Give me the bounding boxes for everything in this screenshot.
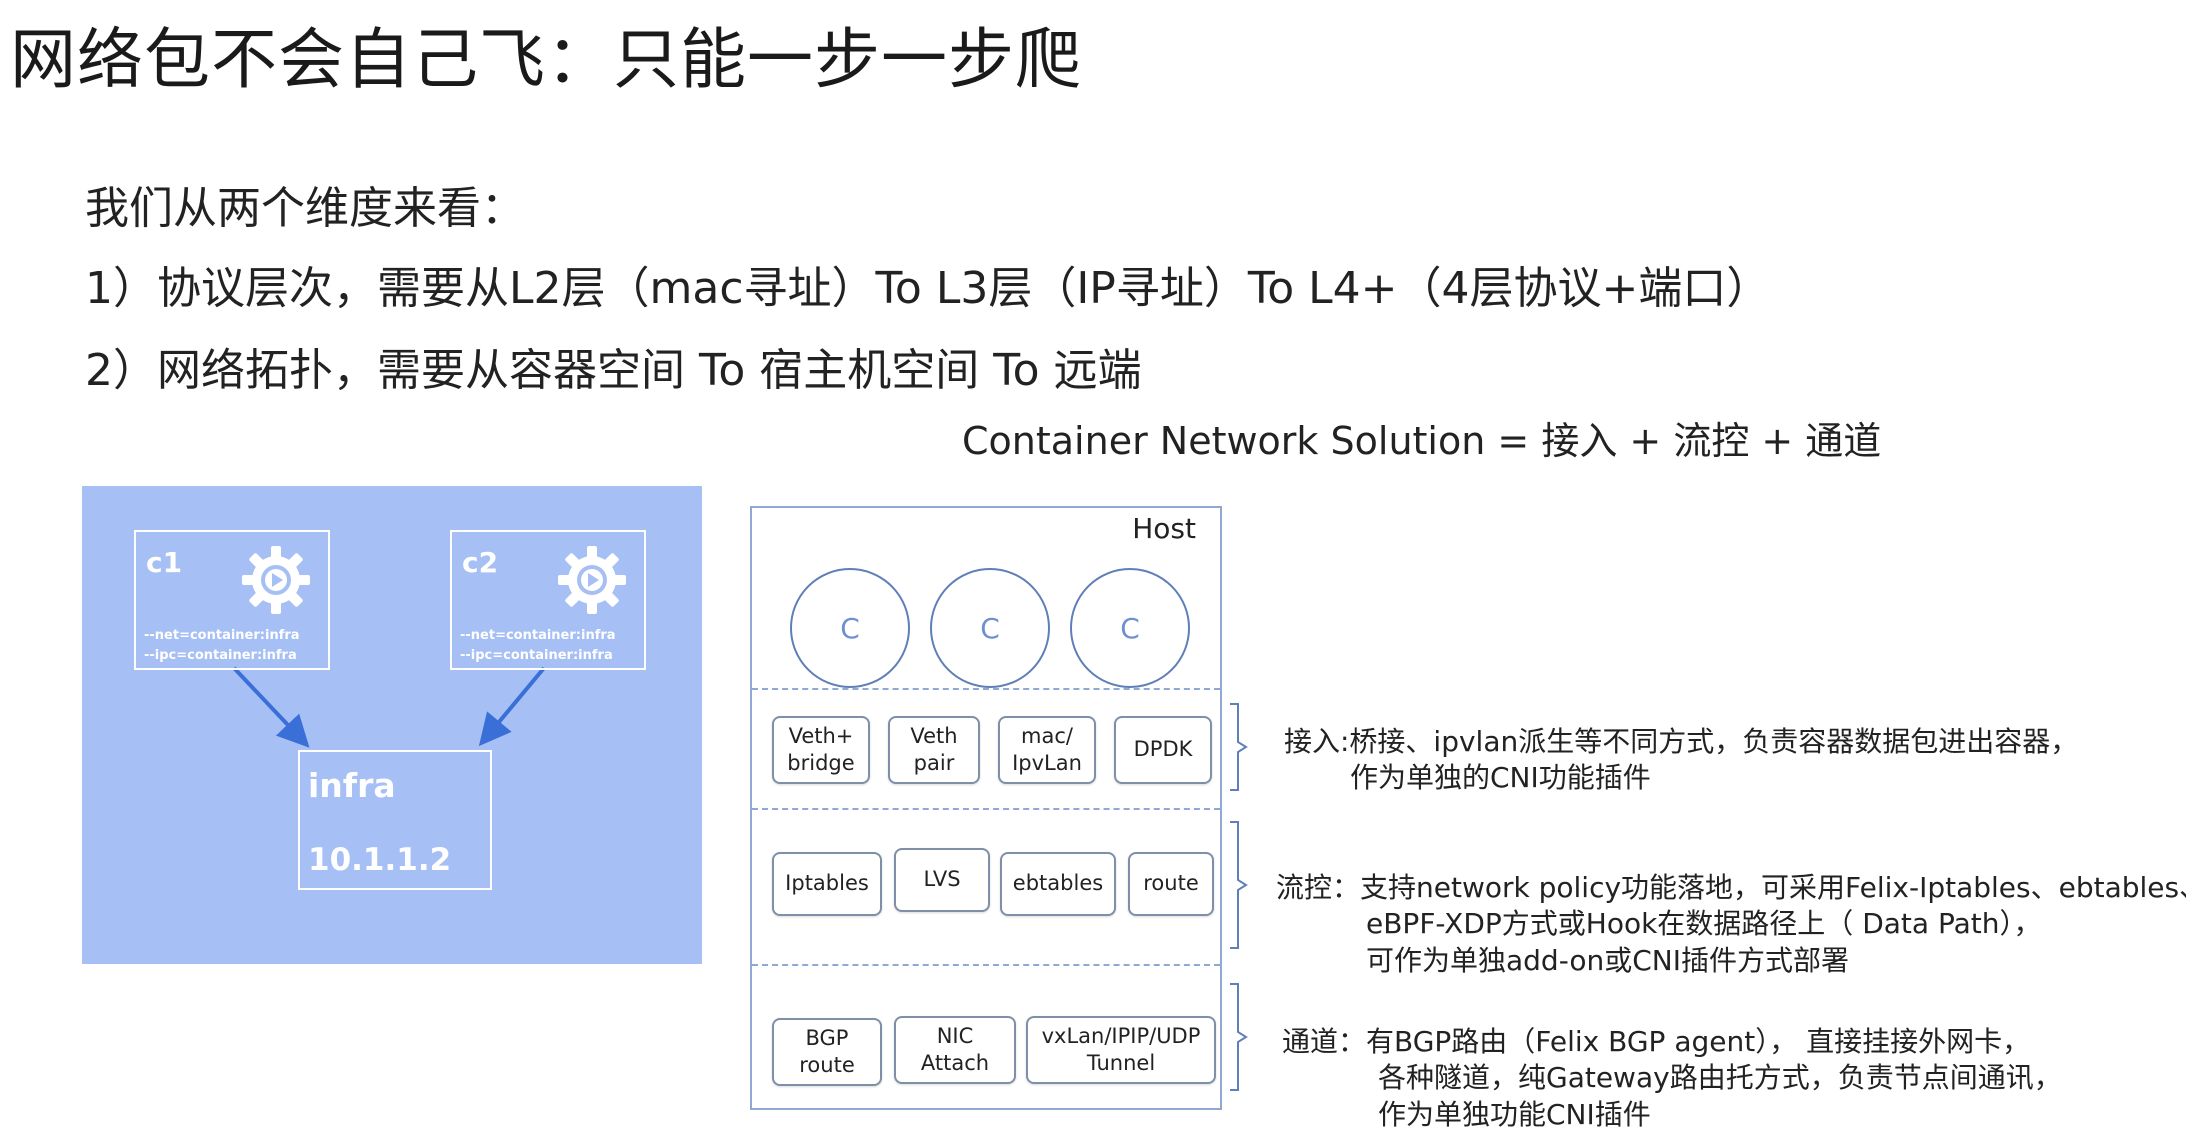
infra-name: infra — [308, 766, 396, 805]
tunnel-desc-line: 通道：有BGP路由（Felix BGP agent）， 直接挂接外网卡， — [1282, 1025, 2031, 1058]
access-desc-line: 接入:桥接、ipvlan派生等不同方式，负责容器数据包进出容器， — [1284, 725, 2079, 758]
arrow-c2-to-infra — [478, 666, 546, 747]
chip-iptables: Iptables — [772, 852, 882, 916]
net-option: --net=container:infra — [144, 628, 300, 643]
brace-flow — [1230, 821, 1248, 949]
arrow-c1-to-infra — [232, 666, 310, 748]
divider — [752, 688, 1220, 690]
host-box: Host C C C Veth+ bridge Veth pair mac/ I… — [750, 506, 1222, 1110]
container-circle: C — [930, 568, 1050, 688]
container-c1: c1 --net=container:infra --ipc=container… — [134, 530, 330, 670]
chip-nic-attach: NIC Attach — [894, 1016, 1016, 1084]
chip-veth-pair: Veth pair — [888, 716, 980, 784]
container-circle: C — [790, 568, 910, 688]
flow-desc-line: 可作为单独add-on或CNI插件方式部署 — [1366, 943, 1849, 977]
chip-veth-bridge: Veth+ bridge — [772, 716, 870, 784]
gear-play-icon — [558, 546, 626, 614]
tunnel-description: 通道：有BGP路由（Felix BGP agent）， 直接挂接外网卡， 各种隧… — [1282, 1024, 2062, 1133]
tunnel-desc-line: 作为单独功能CNI插件 — [1378, 1097, 1651, 1131]
brace-tunnel — [1230, 983, 1248, 1091]
infra-ip: 10.1.1.2 — [308, 842, 452, 878]
ipc-option: --ipc=container:infra — [144, 648, 297, 663]
access-desc-line: 作为单独的CNI功能插件 — [1350, 761, 1651, 795]
page-title: 网络包不会自己飞：只能一步一步爬 — [10, 21, 1082, 98]
infra-container: infra 10.1.1.2 — [298, 750, 492, 890]
chip-dpdk: DPDK — [1114, 716, 1212, 784]
chip-route: route — [1128, 852, 1214, 916]
chip-lvs: LVS — [894, 848, 990, 912]
container-c2: c2 --net=container:infra --ipc=container… — [450, 530, 646, 670]
network-topology-line: 2）网络拓扑，需要从容器空间 To 宿主机空间 To 远端 — [85, 345, 1142, 396]
container-name: c1 — [146, 546, 183, 579]
gear-play-icon — [242, 546, 310, 614]
tunnel-desc-line: 各种隧道，纯Gateway路由托方式，负责节点间通讯， — [1378, 1061, 2062, 1095]
intro-line: 我们从两个维度来看： — [85, 183, 525, 234]
ipc-option: --ipc=container:infra — [460, 648, 613, 663]
divider — [752, 964, 1220, 966]
divider — [752, 808, 1220, 810]
host-label: Host — [1132, 512, 1196, 545]
chip-bgp-route: BGP route — [772, 1018, 882, 1086]
brace-access — [1230, 703, 1248, 791]
container-name: c2 — [462, 546, 499, 579]
chip-vxlan-tunnel: vxLan/IPIP/UDP Tunnel — [1026, 1016, 1216, 1084]
chip-ebtables: ebtables — [1000, 852, 1116, 916]
access-description: 接入:桥接、ipvlan派生等不同方式，负责容器数据包进出容器， 作为单独的CN… — [1284, 724, 2078, 797]
solution-formula: Container Network Solution = 接入 + 流控 + 通… — [962, 419, 1882, 463]
pod-diagram: c1 --net=container:infra --ipc=container… — [82, 486, 702, 964]
flow-desc-line: eBPF-XDP方式或Hook在数据路径上（ Data Path）， — [1366, 907, 2042, 941]
flow-desc-line: 流控：支持network policy功能落地，可采用Felix-Iptable… — [1276, 871, 2186, 904]
protocol-layer-line: 1）协议层次，需要从L2层（mac寻址）To L3层（IP寻址）To L4+（4… — [85, 263, 1771, 314]
net-option: --net=container:infra — [460, 628, 616, 643]
chip-macvlan: mac/ IpvLan — [998, 716, 1096, 784]
flow-description: 流控：支持network policy功能落地，可采用Felix-Iptable… — [1276, 870, 2186, 979]
container-circle: C — [1070, 568, 1190, 688]
